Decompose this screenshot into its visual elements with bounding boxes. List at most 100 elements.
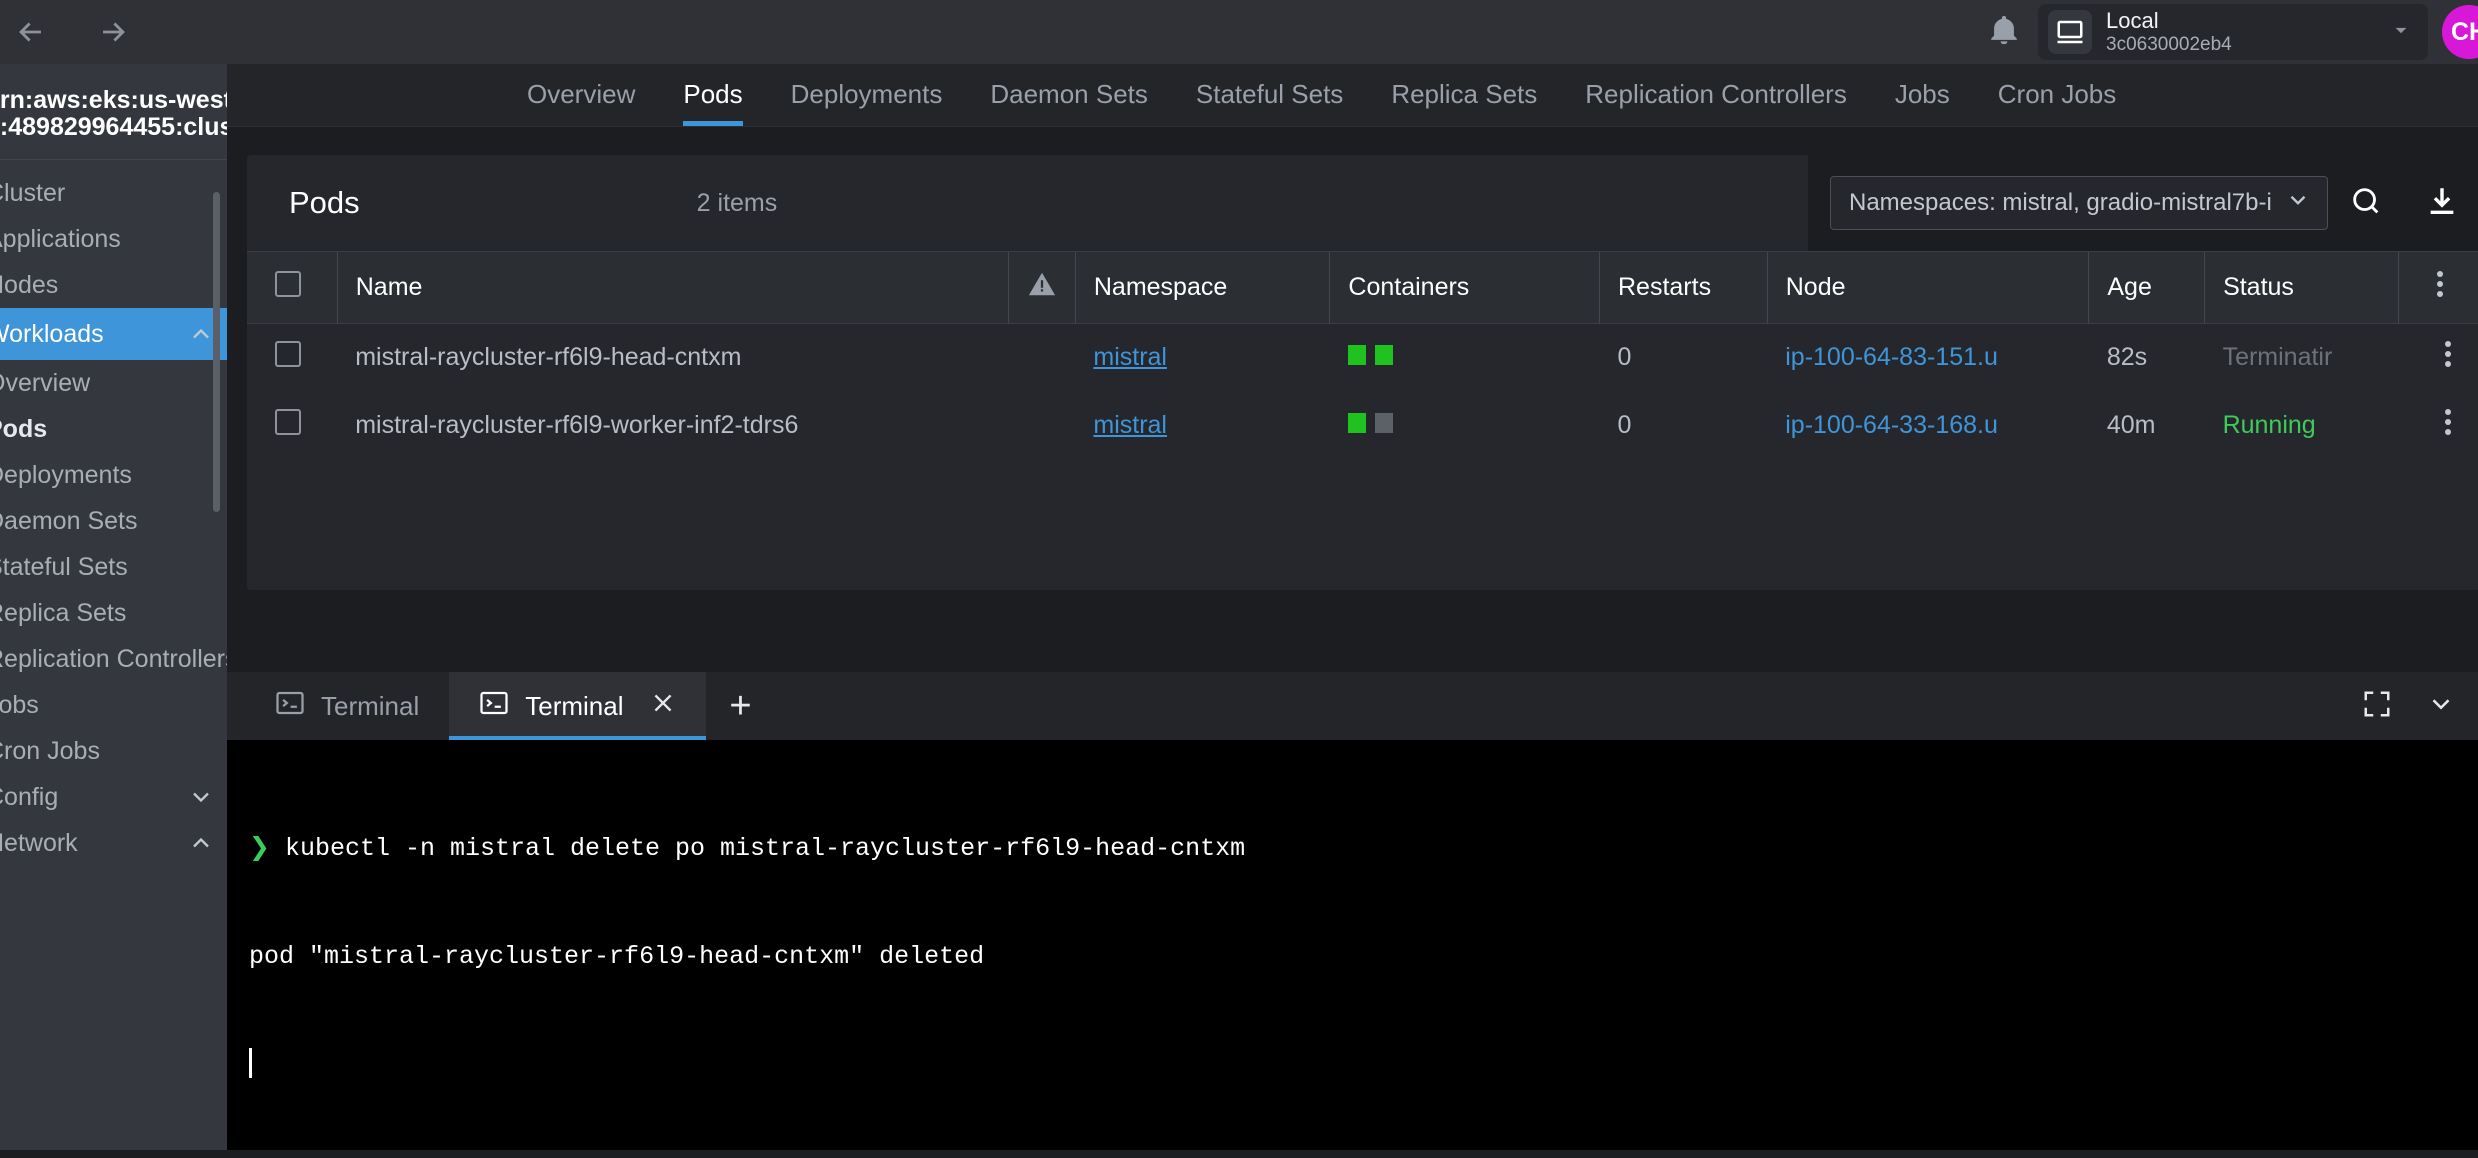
node-link[interactable]: ip-100-64-83-151.u [1785, 343, 1998, 371]
tab-pods[interactable]: Pods [659, 79, 766, 126]
column-header-menu[interactable] [2398, 251, 2478, 324]
cell-containers [1330, 392, 1600, 460]
row-checkbox[interactable] [275, 341, 301, 368]
sidebar-scrollbar[interactable] [213, 192, 220, 512]
tab-label: Deployments [790, 79, 943, 109]
sidebar-item-network[interactable]: Network [0, 820, 227, 866]
tab-jobs[interactable]: Jobs [1871, 79, 1974, 126]
tab-replica-sets[interactable]: Replica Sets [1367, 79, 1561, 126]
table-empty-space [247, 459, 2478, 590]
terminal-result: pod "mistral-raycluster-rf6l9-head-cntxm… [249, 942, 985, 972]
kebab-menu-icon [2436, 271, 2444, 306]
arrow-right-icon [96, 15, 130, 49]
chevron-down-icon[interactable] [2348, 17, 2414, 48]
select-all-checkbox[interactable] [275, 271, 301, 297]
chevron-up-icon [187, 320, 215, 348]
container-status-indicator [1374, 345, 1393, 366]
kebab-menu-icon [2444, 409, 2452, 444]
notifications-button[interactable] [1976, 4, 2032, 60]
row-menu-button[interactable] [2399, 324, 2478, 392]
back-button[interactable] [8, 9, 54, 55]
pods-table-head: Name Namespace Containers Restarts Node … [247, 251, 2478, 324]
column-header-name[interactable]: Name [336, 251, 1009, 324]
sidebar-item-overview[interactable]: Overview [0, 360, 227, 406]
sidebar-item-label: Replication Controllers [0, 644, 227, 673]
terminal-icon [479, 688, 509, 725]
namespace-link[interactable]: mistral [1093, 343, 1167, 371]
terminal-tab-label: Terminal [525, 690, 624, 721]
row-menu-button[interactable] [2399, 392, 2478, 460]
tab-label: Daemon Sets [990, 79, 1148, 109]
search-button[interactable] [2328, 165, 2404, 241]
sidebar-item-cluster[interactable]: Cluster [0, 170, 227, 216]
host-selector[interactable]: Local 3c0630002eb4 [2038, 4, 2428, 60]
fullscreen-icon[interactable] [2362, 689, 2392, 724]
table-row[interactable]: mistral-raycluster-rf6l9-worker-inf2-tdr… [247, 392, 2478, 460]
terminal-tab-2[interactable]: Terminal [449, 672, 706, 740]
page-title: Pods [289, 185, 360, 220]
column-header-containers[interactable]: Containers [1329, 251, 1600, 324]
sidebar-item-nodes[interactable]: Nodes [0, 262, 227, 308]
sidebar-item-jobs[interactable]: Jobs [0, 682, 227, 728]
terminal-line: pod "mistral-raycluster-rf6l9-head-cntxm… [249, 939, 2478, 975]
terminal-tabbar: Terminal Terminal + [227, 672, 2478, 740]
sidebar-item-cron-jobs[interactable]: Cron Jobs [0, 728, 227, 774]
top-bar: Local 3c0630002eb4 CH [0, 0, 2478, 64]
tab-daemon-sets[interactable]: Daemon Sets [966, 79, 1172, 126]
warning-triangle-icon [1027, 272, 1057, 305]
sidebar-item-deployments[interactable]: Deployments [0, 452, 227, 498]
tab-cron-jobs[interactable]: Cron Jobs [1974, 79, 2141, 126]
bell-icon [1987, 13, 2021, 52]
item-count: 2 items [696, 188, 778, 217]
tab-overview[interactable]: Overview [503, 79, 659, 126]
column-header-warning [1007, 251, 1076, 324]
column-header-restarts[interactable]: Restarts [1598, 251, 1768, 324]
row-checkbox[interactable] [275, 409, 301, 435]
terminal-line [249, 1048, 2478, 1085]
new-terminal-button[interactable]: + [706, 672, 776, 740]
sidebar-item-label: Stateful Sets [0, 552, 128, 581]
sidebar-item-config[interactable]: Config [0, 774, 227, 820]
node-link[interactable]: ip-100-64-33-168.u [1785, 411, 1998, 439]
namespace-filter-select[interactable]: Namespaces: mistral, gradio-mistral7b-i [1830, 176, 2328, 230]
chevron-down-icon [187, 783, 215, 811]
download-button[interactable] [2404, 165, 2478, 241]
navigation-arrows [0, 9, 136, 55]
row-select-cell [247, 392, 337, 460]
sidebar-item-applications[interactable]: Applications [0, 216, 227, 262]
tab-label: Cron Jobs [1997, 79, 2117, 109]
prompt-symbol: ❯ [249, 833, 270, 863]
pods-card: Pods 2 items Namespaces: mistral, gradio… [247, 155, 2478, 590]
column-header-age[interactable]: Age [2088, 251, 2205, 324]
column-header-namespace[interactable]: Namespace [1074, 251, 1330, 324]
sidebar-item-replication-controllers[interactable]: Replication Controllers [0, 636, 227, 682]
cluster-arn-label: arn:aws:eks:us-west-2:489829964455:clust… [0, 85, 227, 141]
sidebar-item-label: Replica Sets [0, 598, 127, 627]
sidebar-item-workloads[interactable]: Workloads [0, 308, 227, 360]
tab-replication-controllers[interactable]: Replication Controllers [1561, 79, 1871, 126]
terminal-output[interactable]: ❯ kubectl -n mistral delete po mistral-r… [227, 740, 2478, 1150]
tab-deployments[interactable]: Deployments [767, 79, 967, 126]
tab-stateful-sets[interactable]: Stateful Sets [1172, 79, 1367, 126]
chevron-down-icon[interactable] [2426, 689, 2456, 724]
sidebar-item-label: Applications [0, 224, 121, 253]
avatar[interactable]: CH [2442, 5, 2478, 59]
column-header-status[interactable]: Status [2204, 251, 2399, 324]
sidebar-item-replica-sets[interactable]: Replica Sets [0, 590, 227, 636]
terminal-tab-1[interactable]: Terminal [245, 672, 449, 740]
cluster-selector[interactable]: arn:aws:eks:us-west-2:489829964455:clust… [0, 64, 227, 160]
sidebar-item-daemon-sets[interactable]: Daemon Sets [0, 498, 227, 544]
forward-button[interactable] [90, 9, 136, 55]
table-row[interactable]: mistral-raycluster-rf6l9-head-cntxm mist… [247, 324, 2478, 392]
sidebar-item-label: Nodes [0, 270, 59, 299]
column-header-node[interactable]: Node [1766, 251, 2089, 324]
arrow-left-icon [14, 15, 48, 49]
sidebar-item-pods[interactable]: Pods [0, 406, 227, 452]
status-badge: Running [2222, 411, 2316, 439]
close-icon[interactable] [650, 690, 676, 723]
sidebar: arn:aws:eks:us-west-2:489829964455:clust… [0, 64, 227, 1150]
sidebar-item-label: Config [0, 782, 59, 811]
cell-namespace: mistral [1075, 324, 1330, 392]
namespace-link[interactable]: mistral [1093, 411, 1167, 439]
sidebar-item-stateful-sets[interactable]: Stateful Sets [0, 544, 227, 590]
